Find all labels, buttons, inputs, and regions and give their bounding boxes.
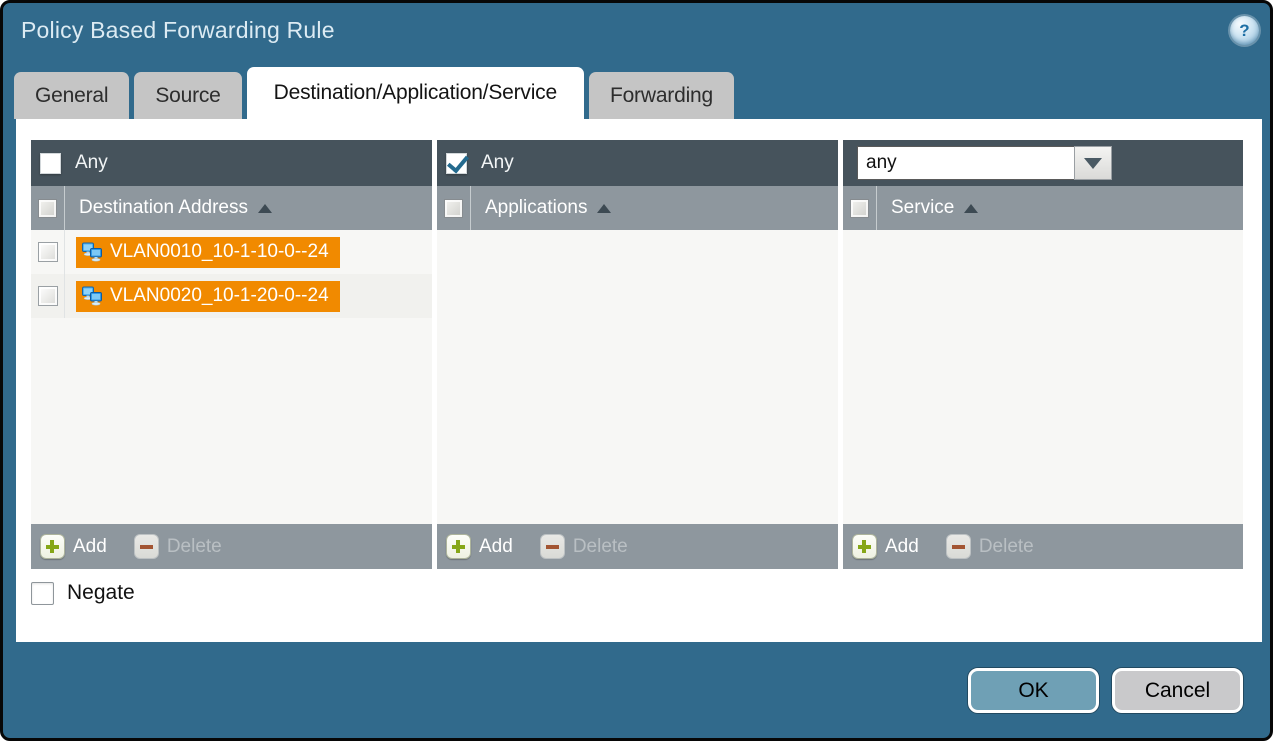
tab-destination-application-service[interactable]: Destination/Application/Service (247, 67, 584, 119)
help-icon[interactable] (1230, 16, 1259, 45)
tab-source[interactable]: Source (134, 72, 241, 119)
tab-content: Any Destination Address (16, 119, 1262, 642)
applications-column-header[interactable]: Applications (437, 186, 838, 230)
plus-icon[interactable] (852, 534, 877, 559)
tab-bar: General Source Destination/Application/S… (14, 67, 734, 119)
applications-any-row: Any (437, 140, 838, 186)
sort-ascending-triangle (597, 204, 611, 213)
destination-list: VLAN0010_10-1-10-0--24 (31, 230, 432, 524)
applications-footer: Add Delete (437, 524, 838, 569)
sort-ascending-triangle (964, 204, 978, 213)
negate-label: Negate (67, 581, 135, 605)
policy-based-forwarding-dialog: Policy Based Forwarding Rule General Sou… (0, 0, 1273, 741)
table-row: VLAN0020_10-1-20-0--24 (31, 274, 432, 318)
network-icon (81, 286, 103, 306)
destination-header-label: Destination Address (79, 197, 248, 219)
destination-column-header[interactable]: Destination Address (31, 186, 432, 230)
service-dropdown-input[interactable] (857, 146, 1074, 180)
destination-any-label: Any (75, 152, 108, 174)
applications-any-checkbox[interactable] (446, 153, 467, 174)
tab-forwarding[interactable]: Forwarding (589, 72, 734, 119)
tab-general[interactable]: General (14, 72, 129, 119)
destination-any-checkbox[interactable] (40, 153, 61, 174)
applications-header-label: Applications (485, 197, 587, 219)
service-dropdown-row (843, 140, 1243, 186)
negate-checkbox[interactable] (31, 582, 54, 605)
chevron-down-icon (1084, 158, 1102, 169)
service-footer: Add Delete (843, 524, 1243, 569)
plus-icon[interactable] (446, 534, 471, 559)
service-dropdown (857, 146, 1112, 180)
destination-address-label: VLAN0010_10-1-10-0--24 (110, 241, 329, 263)
destination-address-item[interactable]: VLAN0010_10-1-10-0--24 (76, 237, 340, 268)
network-icon (81, 242, 103, 262)
applications-delete-button[interactable]: Delete (573, 536, 628, 558)
destination-add-button[interactable]: Add (73, 536, 107, 558)
service-dropdown-button[interactable] (1074, 146, 1112, 180)
minus-icon[interactable] (946, 534, 971, 559)
cancel-button[interactable]: Cancel (1112, 668, 1243, 713)
table-row: VLAN0010_10-1-10-0--24 (31, 230, 432, 274)
row-checkbox[interactable] (38, 242, 58, 262)
applications-panel: Any Applications Add Delete (437, 140, 838, 569)
service-select-all-checkbox[interactable] (850, 199, 869, 218)
ok-button[interactable]: OK (968, 668, 1099, 713)
applications-add-button[interactable]: Add (479, 536, 513, 558)
service-list (843, 230, 1243, 524)
negate-row: Negate (31, 581, 135, 605)
destination-address-panel: Any Destination Address (31, 140, 432, 569)
minus-icon[interactable] (540, 534, 565, 559)
destination-footer: Add Delete (31, 524, 432, 569)
destination-delete-button[interactable]: Delete (167, 536, 222, 558)
minus-icon[interactable] (134, 534, 159, 559)
service-add-button[interactable]: Add (885, 536, 919, 558)
dialog-title: Policy Based Forwarding Rule (21, 17, 335, 44)
destination-address-label: VLAN0020_10-1-20-0--24 (110, 285, 329, 307)
destination-address-item[interactable]: VLAN0020_10-1-20-0--24 (76, 281, 340, 312)
destination-select-all-checkbox[interactable] (38, 199, 57, 218)
applications-any-label: Any (481, 152, 514, 174)
service-header-label: Service (891, 197, 954, 219)
service-delete-button[interactable]: Delete (979, 536, 1034, 558)
applications-select-all-checkbox[interactable] (444, 199, 463, 218)
row-checkbox[interactable] (38, 286, 58, 306)
service-column-header[interactable]: Service (843, 186, 1243, 230)
applications-list (437, 230, 838, 524)
destination-any-row: Any (31, 140, 432, 186)
service-panel: Service Add Delete (843, 140, 1243, 569)
sort-ascending-triangle (258, 204, 272, 213)
plus-icon[interactable] (40, 534, 65, 559)
